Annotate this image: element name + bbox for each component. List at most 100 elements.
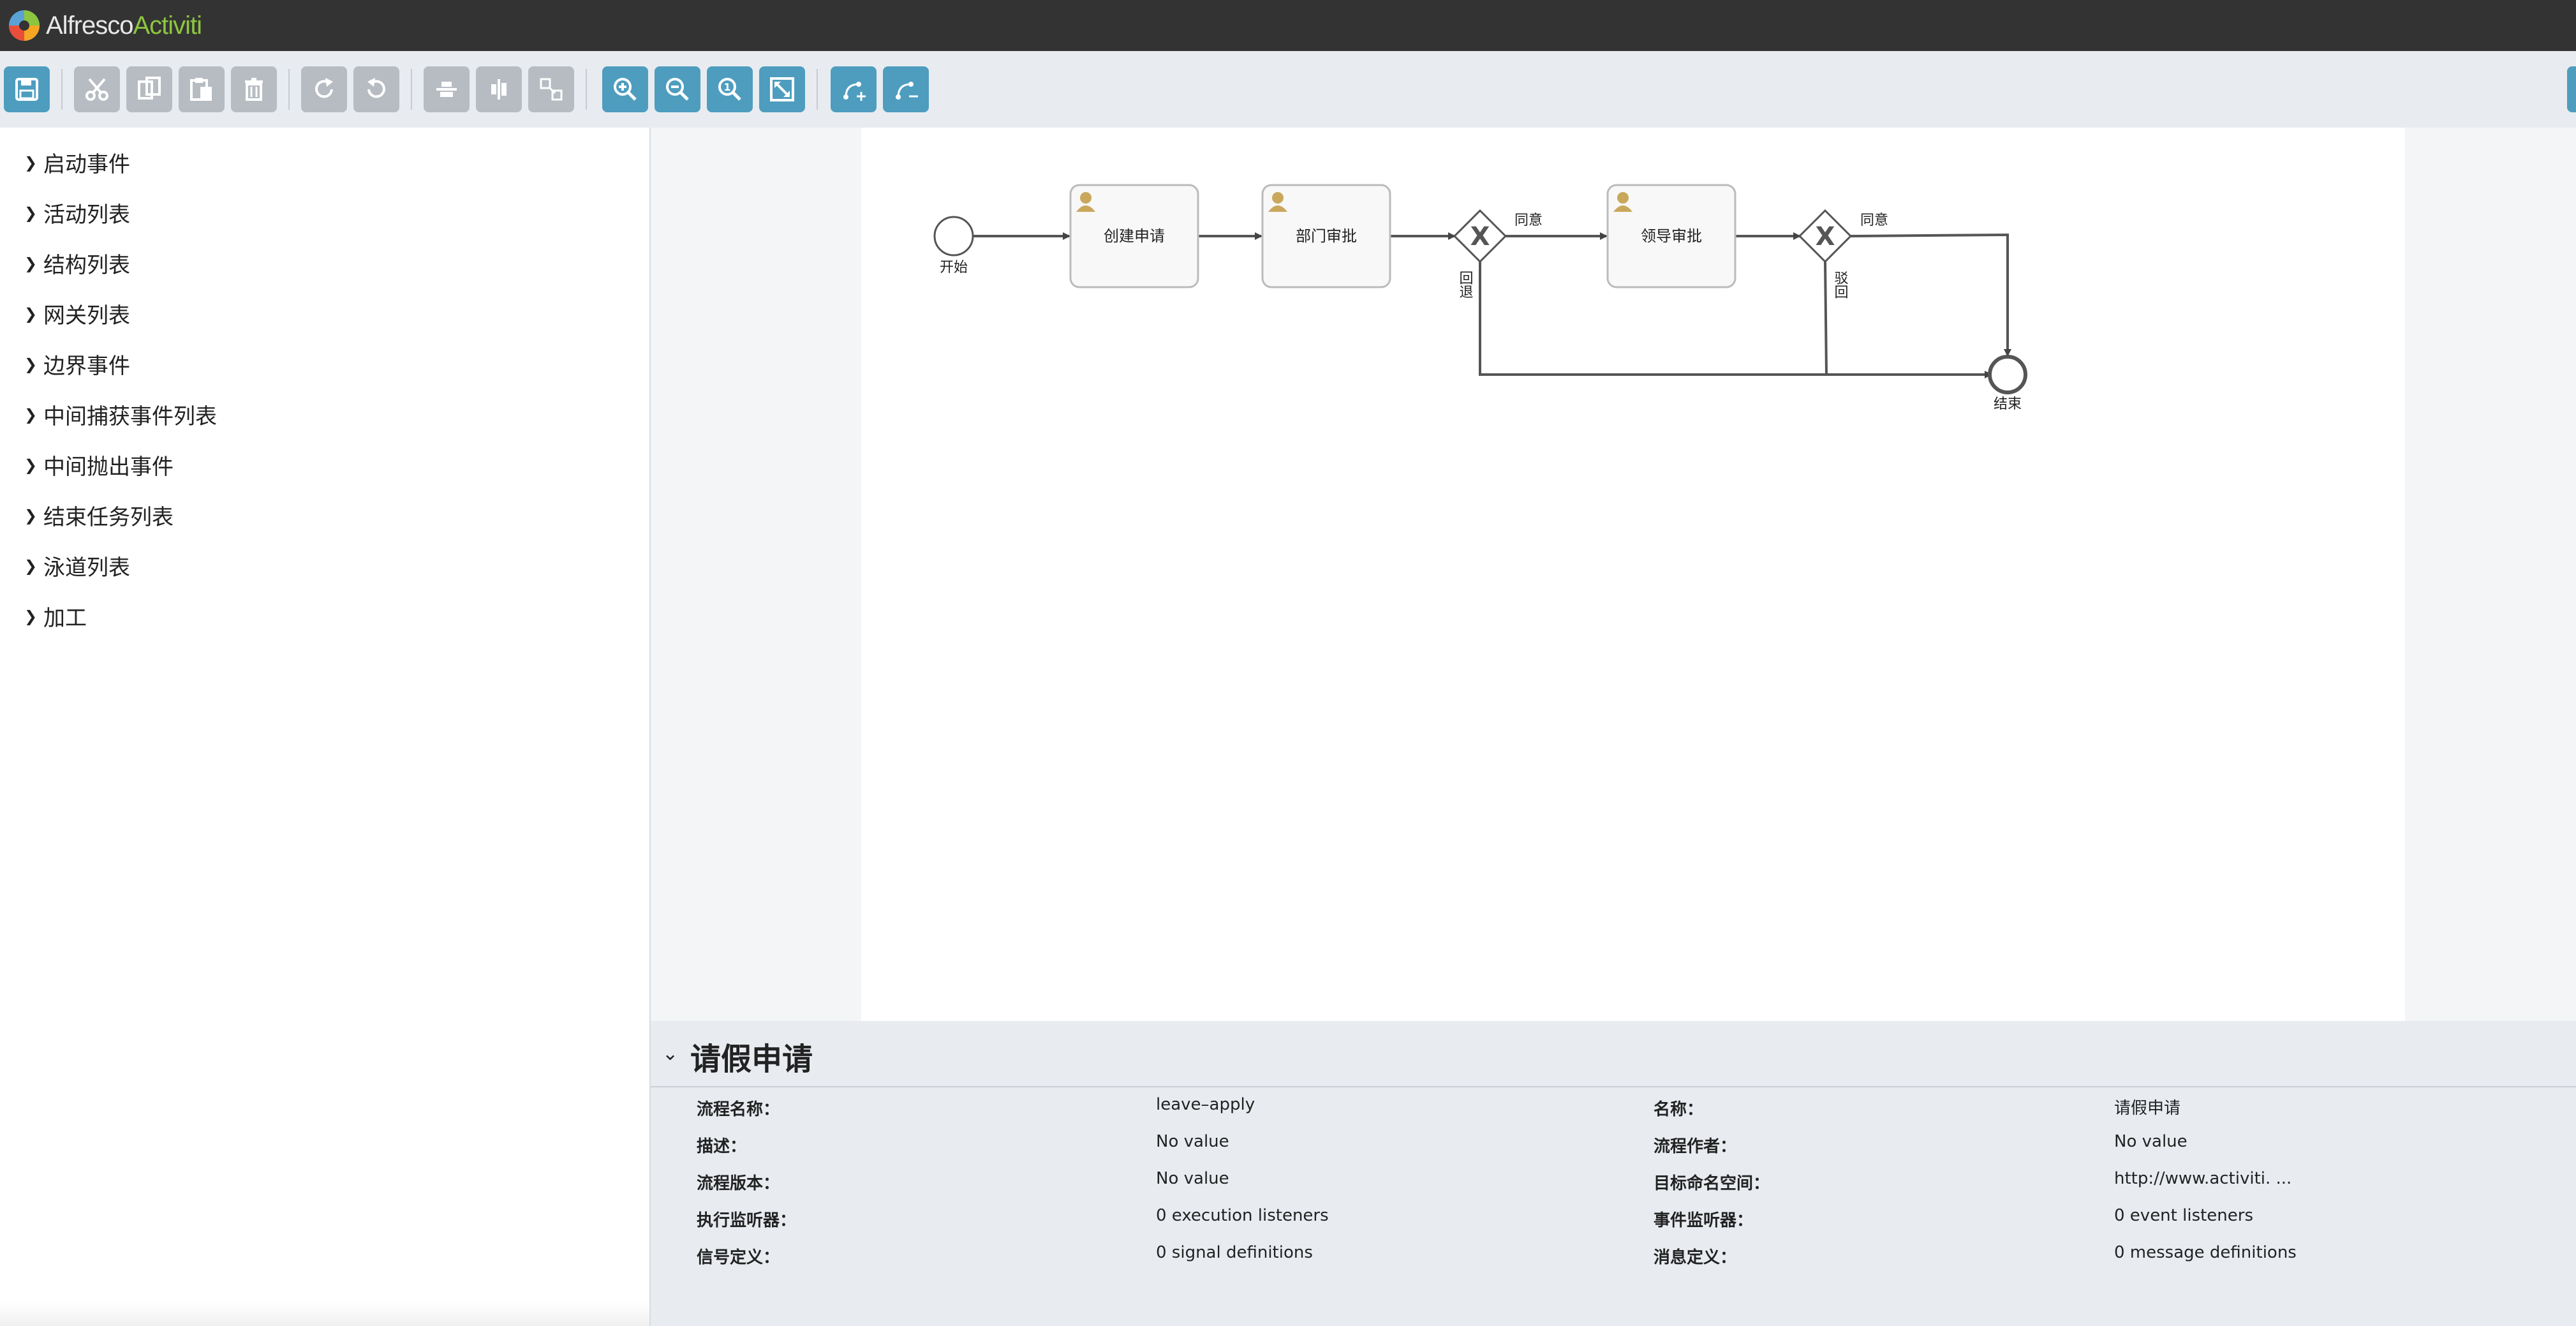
align-horizontal-button[interactable] (424, 66, 470, 112)
cut-button[interactable] (74, 66, 120, 112)
prop-label-namespace: 目标命名空间： (1654, 1174, 1770, 1193)
shape-palette: ❯ 启动事件 ❯ 活动列表 ❯ 结构列表 ❯ 网关列表 ❯ 边界事件 ❯ 中间捕获事件列表 … (0, 128, 651, 1326)
prop-label-message-definitions: 消息定义： (1654, 1248, 1737, 1267)
same-size-icon (540, 78, 563, 101)
zoom-in-icon (614, 78, 637, 101)
toolbar-separator (817, 69, 818, 110)
task-create-application-label: 创建申请 (1104, 227, 1165, 245)
scissors-icon (85, 78, 108, 101)
palette-group-throw-events[interactable]: ❯ 中间抛出事件 (24, 449, 174, 480)
chevron-right-icon: ❯ (24, 355, 38, 373)
delete-button[interactable] (231, 66, 277, 112)
palette-group-label: 中间抛出事件 (43, 454, 174, 480)
prop-value-process-name[interactable]: leave–apply (1156, 1095, 1255, 1114)
palette-group-catch-events[interactable]: ❯ 中间捕获事件列表 (24, 399, 217, 430)
prop-label-description: 描述： (697, 1137, 747, 1156)
process-diagram[interactable]: 开始 创建申请 部门审批 X 同意 回退 领导审批 X 同意 驳回 结束 (861, 128, 2405, 1021)
toolbar-separator (61, 69, 63, 110)
palette-group-start-events[interactable]: ❯ 启动事件 (24, 147, 130, 178)
flow-gateway2-reject[interactable] (1824, 261, 1828, 375)
task-dept-approval-label: 部门审批 (1296, 227, 1357, 245)
add-bendpoint-button[interactable] (831, 66, 877, 112)
prop-value-name[interactable]: 请假申请 (2114, 1095, 2180, 1119)
canvas-scroll-area[interactable]: 开始 创建申请 部门审批 X 同意 回退 领导审批 X 同意 驳回 结束 (651, 128, 2576, 1021)
prop-value-message-definitions[interactable]: 0 message definitions (2114, 1243, 2297, 1262)
prop-value-description[interactable]: No value (1156, 1132, 1229, 1151)
same-size-button[interactable] (528, 66, 574, 112)
gateway1-back-label: 回退 (1457, 271, 1474, 299)
palette-group-end-events[interactable]: ❯ 结束任务列表 (24, 500, 174, 531)
prop-value-execution-listeners[interactable]: 0 execution listeners (1156, 1206, 1329, 1225)
palette-group-label: 中间捕获事件列表 (43, 404, 217, 429)
prop-label-event-listeners: 事件监听器： (1654, 1211, 1754, 1230)
palette-group-swimlanes[interactable]: ❯ 泳道列表 (24, 550, 130, 581)
palette-group-boundary-events[interactable]: ❯ 边界事件 (24, 348, 130, 380)
chevron-right-icon: ❯ (24, 506, 38, 525)
align-vertical-button[interactable] (476, 66, 522, 112)
palette-group-activities[interactable]: ❯ 活动列表 (24, 197, 130, 228)
property-panel: ⌄ 请假申请 流程名称： leave–apply 名称： 请假申请 描述： No… (651, 1021, 2576, 1326)
zoom-actual-button[interactable]: 1 (707, 66, 753, 112)
chevron-right-icon: ❯ (24, 405, 38, 424)
add-bendpoint-icon (843, 82, 866, 101)
toolbar-separator (411, 69, 412, 110)
start-event[interactable] (933, 216, 974, 257)
zoom-fit-button[interactable] (759, 66, 805, 112)
copy-icon (138, 77, 161, 100)
prop-value-namespace[interactable]: http://www.activiti. ... (2114, 1169, 2291, 1188)
chevron-down-icon[interactable]: ⌄ (662, 1043, 678, 1065)
prop-label-signal-definitions: 信号定义： (697, 1248, 780, 1267)
prop-label-version: 流程版本： (697, 1174, 780, 1193)
prop-value-author[interactable]: No value (2114, 1132, 2187, 1151)
copy-button[interactable] (126, 66, 172, 112)
gateway-x-icon: X (1470, 222, 1490, 251)
toolbar-separator (586, 69, 587, 110)
chevron-right-icon: ❯ (24, 556, 38, 575)
end-event[interactable] (1988, 355, 2027, 394)
property-panel-title: 请假申请 (690, 1041, 813, 1077)
chevron-right-icon: ❯ (24, 204, 38, 222)
chevron-right-icon: ❯ (24, 304, 38, 323)
logo-text-alfresco: Alfresco (46, 11, 133, 40)
diagram-canvas[interactable]: 开始 创建申请 部门审批 X 同意 回退 领导审批 X 同意 驳回 结束 (861, 128, 2405, 1021)
prop-label-process-name: 流程名称： (697, 1100, 780, 1119)
undo-button[interactable] (353, 66, 399, 112)
app-logo: AlfrescoActiviti (8, 9, 202, 42)
palette-group-label: 泳道列表 (43, 555, 130, 581)
remove-bendpoint-icon (896, 82, 918, 100)
toolbar-separator (288, 69, 290, 110)
svg-text:1: 1 (723, 81, 730, 93)
palette-group-structural[interactable]: ❯ 结构列表 (24, 248, 130, 279)
task-leader-approval-label: 领导审批 (1641, 227, 1702, 245)
end-event-label: 结束 (1994, 396, 2022, 412)
zoom-out-button[interactable] (655, 66, 700, 112)
chevron-right-icon: ❯ (24, 254, 38, 272)
trash-icon (245, 78, 263, 101)
palette-group-label: 边界事件 (43, 354, 130, 379)
remove-bendpoint-button[interactable] (883, 66, 929, 112)
align-horizontal-icon (436, 82, 457, 97)
zoom-actual-icon: 1 (718, 78, 741, 101)
prop-label-author: 流程作者： (1654, 1137, 1737, 1156)
palette-group-artifacts[interactable]: ❯ 加工 (24, 600, 87, 632)
prop-label-name: 名称： (1654, 1100, 1704, 1119)
save-button[interactable] (4, 66, 50, 112)
paste-button[interactable] (179, 66, 225, 112)
redo-button[interactable] (301, 66, 347, 112)
prop-value-version[interactable]: No value (1156, 1169, 1229, 1188)
palette-group-label: 启动事件 (43, 152, 130, 177)
save-icon (15, 78, 38, 101)
zoom-in-button[interactable] (602, 66, 648, 112)
property-panel-header[interactable]: ⌄ 请假申请 (651, 1021, 2576, 1087)
toolbar-right-button[interactable] (2567, 66, 2576, 112)
chevron-right-icon: ❯ (24, 456, 38, 474)
palette-footer-shadow (0, 1302, 649, 1326)
prop-value-signal-definitions[interactable]: 0 signal definitions (1156, 1243, 1313, 1262)
palette-group-gateways[interactable]: ❯ 网关列表 (24, 298, 130, 329)
flow-gateway2-agree[interactable] (1850, 233, 2011, 357)
prop-value-event-listeners[interactable]: 0 event listeners (2114, 1206, 2253, 1225)
fit-icon (770, 77, 794, 101)
align-vertical-icon (491, 79, 507, 100)
gateway1-agree-label: 同意 (1514, 212, 1543, 228)
chevron-right-icon: ❯ (24, 607, 38, 625)
